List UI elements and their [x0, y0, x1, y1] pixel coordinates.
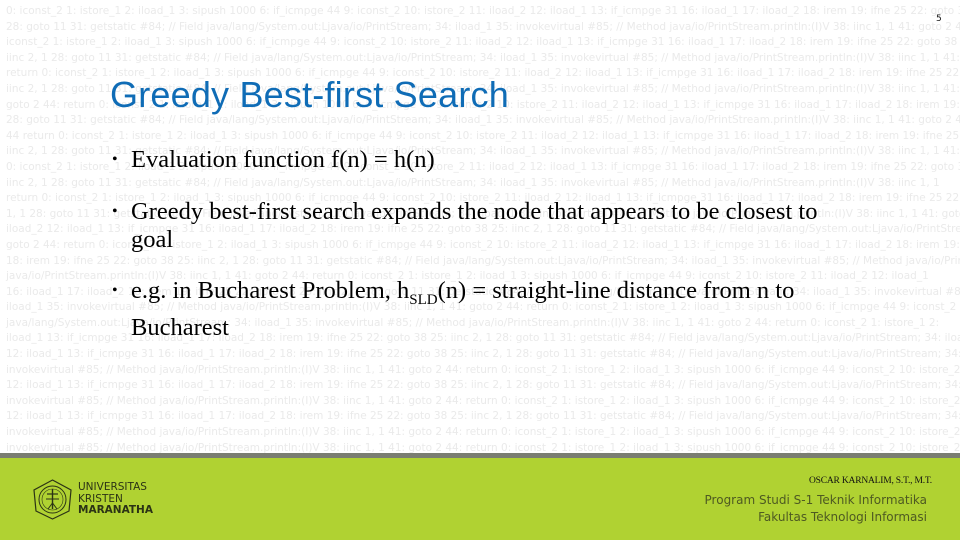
bullet-item: • Evaluation function f(n) = h(n) [112, 146, 435, 174]
faculty-name: Fakultas Teknologi Informasi [758, 510, 927, 524]
watermark-line: invokevirtual #85; // Method java/io/Pri… [6, 394, 960, 407]
program-info: Program Studi S-1 Teknik Informatika Fak… [705, 492, 927, 526]
bullet-item: • e.g. in Bucharest Problem, hSLD(n) = s… [112, 277, 852, 342]
logo-line-3: MARANATHA [78, 504, 153, 516]
watermark-line: 18: irem 19: ifne 25 22: goto 38 25: iin… [6, 254, 960, 267]
watermark-line: 0: iconst_2 1: istore_1 2: iload_1 3: si… [6, 5, 960, 17]
bullet-item: • Greedy best-first search expands the n… [112, 198, 852, 254]
slide-number: 5 [936, 14, 942, 24]
watermark-line: 44 return 0: iconst_2 1: istore_1 2: ilo… [6, 129, 960, 142]
watermark-line: 12: iload_1 13: if_icmpge 31 16: iload_1… [6, 410, 960, 423]
slide-title: Greedy Best-first Search [110, 74, 509, 115]
bullet-icon: • [112, 151, 118, 168]
author-name: OSCAR KARNALIM, S.T., M.T. [809, 476, 932, 486]
bullet-text: Greedy best-first search expands the nod… [131, 198, 818, 253]
watermark-line: iinc 2, 1 28: goto 11 31: getstatic #84;… [6, 176, 940, 189]
bullet-icon: • [112, 282, 118, 299]
bullet-icon: • [112, 203, 118, 220]
program-name: Program Studi S-1 Teknik Informatika [704, 493, 927, 507]
watermark-line: iinc 2, 1 28: goto 11 31: getstatic #84;… [6, 51, 960, 64]
watermark-line: 28: goto 11 31: getstatic #84; // Field … [6, 20, 960, 33]
watermark-line: 12: iload_1 13: if_icmpge 31 16: iload_1… [6, 379, 960, 392]
watermark-line: iconst_2 1: istore_1 2: iload_1 3: sipus… [6, 36, 960, 49]
watermark-line: invokevirtual #85; // Method java/io/Pri… [6, 426, 960, 439]
bullet-subscript: SLD [409, 292, 438, 308]
watermark-line: invokevirtual #85; // Method java/io/Pri… [6, 363, 960, 376]
watermark-line: invokevirtual #85; // Method java/io/Pri… [6, 441, 960, 453]
watermark-line: 12: iload_1 13: if_icmpge 31 16: iload_1… [6, 348, 960, 361]
university-seal-icon [33, 479, 72, 520]
bullet-text: Evaluation function f(n) = h(n) [131, 146, 435, 173]
logo-line-1: UNIVERSITAS [78, 481, 147, 493]
bullet-text-pre: e.g. in Bucharest Problem, h [131, 277, 410, 304]
university-logo-text: UNIVERSITAS KRISTEN MARANATHA [78, 481, 153, 517]
